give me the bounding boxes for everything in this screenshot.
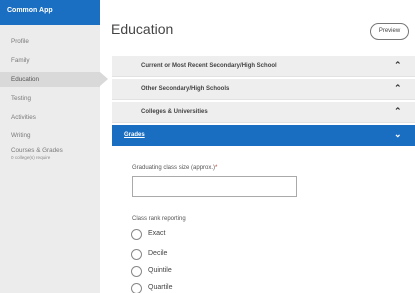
sidebar: Common App Profile Family Education Test… bbox=[0, 0, 108, 293]
sidebar-item-writing[interactable]: Writing bbox=[0, 132, 100, 139]
preview-button[interactable]: Preview bbox=[370, 23, 409, 40]
class-size-label: Graduating class size (approx.)* bbox=[132, 165, 218, 171]
radio-circle-icon bbox=[131, 283, 142, 293]
sidebar-item-label: Courses & Grades bbox=[11, 147, 63, 154]
chevron-up-icon: ⌃ bbox=[394, 106, 402, 116]
sidebar-item-activities[interactable]: Activities bbox=[0, 114, 100, 121]
brand-logo[interactable]: Common App bbox=[0, 0, 100, 25]
radio-circle-icon bbox=[131, 266, 142, 277]
sidebar-item-testing[interactable]: Testing bbox=[0, 95, 100, 102]
section-current-high-school[interactable]: Current or Most Recent Secondary/High Sc… bbox=[112, 56, 415, 77]
radio-label: Quartile bbox=[148, 284, 173, 291]
section-other-high-schools[interactable]: Other Secondary/High Schools ⌃ bbox=[112, 79, 415, 100]
section-label: Colleges & Universities bbox=[141, 109, 208, 115]
section-colleges-universities[interactable]: Colleges & Universities ⌃ bbox=[112, 102, 415, 123]
radio-circle-icon bbox=[131, 229, 142, 240]
chevron-up-icon: ⌃ bbox=[394, 83, 402, 93]
chevron-up-icon: ⌃ bbox=[394, 60, 402, 70]
sidebar-item-courses-grades[interactable]: Courses & Grades 0 college(s) require bbox=[0, 147, 100, 160]
class-rank-label: Class rank reporting bbox=[132, 216, 186, 222]
radio-circle-icon bbox=[131, 249, 142, 260]
radio-label: Exact bbox=[148, 230, 166, 237]
radio-label: Decile bbox=[148, 250, 168, 257]
main-content: Education Preview Current or Most Recent… bbox=[100, 0, 415, 293]
sidebar-item-education[interactable]: Education bbox=[0, 72, 108, 87]
section-grades[interactable]: Grades ⌄ bbox=[112, 125, 415, 146]
sidebar-item-profile[interactable]: Profile bbox=[0, 38, 100, 45]
sidebar-item-sublabel: 0 college(s) require bbox=[11, 155, 51, 160]
section-label: Grades bbox=[124, 132, 145, 138]
class-size-input[interactable] bbox=[132, 176, 297, 197]
section-label: Other Secondary/High Schools bbox=[141, 86, 230, 92]
chevron-down-icon: ⌄ bbox=[394, 129, 402, 139]
page-title: Education bbox=[111, 21, 174, 37]
sidebar-item-family[interactable]: Family bbox=[0, 57, 100, 64]
section-label: Current or Most Recent Secondary/High Sc… bbox=[141, 63, 277, 69]
required-marker: * bbox=[215, 165, 218, 171]
radio-label: Quintile bbox=[148, 267, 172, 274]
